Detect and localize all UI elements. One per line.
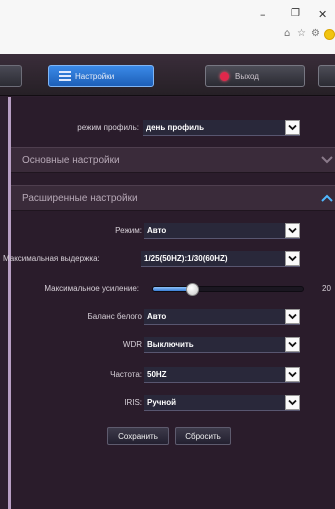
iris-label: IRIS: bbox=[124, 398, 142, 407]
star-icon[interactable]: ☆ bbox=[297, 28, 306, 39]
chevron-down-icon[interactable] bbox=[285, 251, 300, 266]
chevron-down-icon[interactable] bbox=[285, 309, 300, 324]
maximize-button[interactable]: ❐ bbox=[291, 8, 300, 19]
white-balance-label: Баланс белого bbox=[87, 312, 142, 321]
profile-row: режим профиль: день профиль bbox=[11, 120, 335, 138]
frequency-row: Частота: 50HZ bbox=[11, 367, 335, 385]
mode-select[interactable]: Авто bbox=[144, 223, 300, 239]
section-advanced-settings[interactable]: Расширенные настройки bbox=[11, 185, 335, 211]
tab-exit-label: Выход bbox=[235, 71, 259, 81]
white-balance-value: Авто bbox=[147, 312, 167, 321]
tab-previous[interactable] bbox=[0, 65, 22, 87]
chevron-down-icon[interactable] bbox=[285, 367, 300, 382]
chevron-down-icon[interactable] bbox=[285, 337, 300, 352]
top-navigation-bar: Настройки Выход bbox=[0, 54, 335, 96]
mode-row: Режим: Авто bbox=[11, 223, 335, 241]
close-button[interactable]: ✕ bbox=[318, 8, 327, 21]
reset-button[interactable]: Сбросить bbox=[175, 427, 231, 445]
iris-select[interactable]: Ручной bbox=[144, 395, 300, 411]
white-balance-select[interactable]: Авто bbox=[144, 309, 300, 325]
max-exposure-label: Максимальная выдержка: bbox=[3, 254, 100, 263]
home-icon[interactable]: ⌂ bbox=[284, 28, 290, 39]
max-exposure-select[interactable]: 1/25(50HZ):1/30(60HZ) bbox=[141, 251, 300, 267]
minimize-button[interactable]: – bbox=[260, 8, 266, 21]
wdr-label: WDR bbox=[122, 340, 142, 349]
max-gain-value: 20 bbox=[322, 284, 331, 293]
chevron-down-icon[interactable] bbox=[285, 395, 300, 410]
mode-value: Авто bbox=[147, 226, 167, 235]
settings-icon[interactable]: ⚙ bbox=[311, 28, 320, 39]
chevron-down-icon[interactable] bbox=[285, 223, 300, 238]
section-basic-settings[interactable]: Основные настройки bbox=[11, 147, 335, 173]
mode-label: Режим: bbox=[115, 226, 142, 235]
frequency-value: 50HZ bbox=[147, 370, 167, 379]
chevron-down-icon[interactable] bbox=[321, 155, 333, 165]
wdr-value: Выключить bbox=[147, 340, 194, 349]
white-balance-row: Баланс белого Авто bbox=[11, 309, 335, 327]
profile-label: режим профиль: bbox=[77, 123, 139, 132]
frequency-label: Частота: bbox=[110, 370, 142, 379]
wdr-select[interactable]: Выключить bbox=[144, 337, 300, 353]
tab-exit[interactable]: Выход bbox=[205, 65, 305, 87]
profile-value: день профиль bbox=[146, 123, 205, 132]
browser-chrome: – ❐ ✕ ⌂ ☆ ⚙ bbox=[0, 0, 335, 54]
section-basic-title: Основные настройки bbox=[22, 155, 120, 166]
chevron-up-icon[interactable] bbox=[321, 193, 333, 203]
max-gain-label: Максимальное усиление: bbox=[44, 284, 139, 293]
tab-next[interactable] bbox=[318, 65, 335, 87]
settings-panel: режим профиль: день профиль Основные нас… bbox=[3, 97, 335, 509]
save-button[interactable]: Сохранить bbox=[107, 427, 169, 445]
tab-settings[interactable]: Настройки bbox=[48, 65, 154, 87]
wdr-row: WDR Выключить bbox=[11, 337, 335, 355]
section-advanced-title: Расширенные настройки bbox=[22, 193, 138, 204]
power-icon bbox=[220, 71, 229, 81]
profile-avatar-icon[interactable] bbox=[324, 29, 335, 40]
tab-settings-label: Настройки bbox=[75, 71, 115, 81]
frequency-select[interactable]: 50HZ bbox=[144, 367, 300, 383]
list-icon bbox=[59, 71, 71, 81]
max-exposure-row: Максимальная выдержка: 1/25(50HZ):1/30(6… bbox=[3, 251, 335, 269]
profile-select[interactable]: день профиль bbox=[143, 120, 300, 136]
max-gain-slider[interactable] bbox=[152, 283, 304, 296]
camera-settings-app: Настройки Выход режим профиль: день проф… bbox=[0, 54, 335, 509]
max-gain-row: Максимальное усиление: 20 bbox=[11, 281, 335, 299]
max-exposure-value: 1/25(50HZ):1/30(60HZ) bbox=[144, 254, 228, 263]
max-gain-slider-handle[interactable] bbox=[186, 283, 199, 296]
iris-row: IRIS: Ручной bbox=[11, 395, 335, 413]
iris-value: Ручной bbox=[147, 398, 177, 407]
chevron-down-icon[interactable] bbox=[285, 120, 300, 135]
